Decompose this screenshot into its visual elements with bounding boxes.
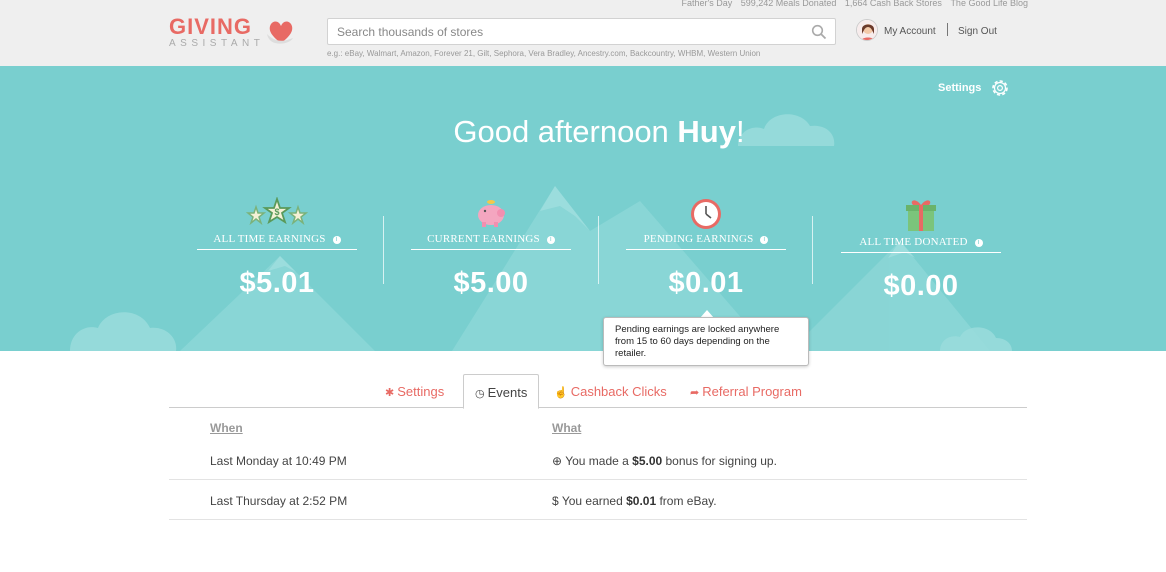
tab-label: Referral Program (702, 384, 802, 399)
tab-settings[interactable]: ✱ Settings (385, 374, 444, 408)
stat-label: PENDING EARNINGS i (626, 233, 786, 250)
svg-text:$: $ (274, 207, 279, 217)
logo-word: GIVING (169, 14, 253, 39)
clock-icon: ◷ (475, 388, 485, 400)
earnings-hero: Settings Good afternoon Huy! $ ALL TIME … (0, 66, 1166, 351)
event-amount: $0.01 (626, 494, 657, 508)
stat-label-text: CURRENT EARNINGS (427, 233, 540, 245)
pending-earnings-tooltip: Pending earnings are locked anywhere fro… (603, 317, 809, 366)
event-what: ⊕ You made a $5.00 bonus for signing up. (552, 454, 777, 468)
stat-label-text: ALL TIME EARNINGS (213, 233, 326, 245)
info-icon[interactable]: i (760, 236, 769, 244)
tab-cashback-clicks[interactable]: ☝ Cashback Clicks (554, 374, 667, 408)
stars-icon: $ (245, 196, 309, 226)
tab-label: Cashback Clicks (570, 384, 667, 399)
event-text-post: bonus for signing up. (662, 454, 777, 468)
gear-icon: ✱ (385, 387, 395, 399)
sign-out-link[interactable]: Sign Out (958, 26, 997, 37)
search-input[interactable] (328, 19, 798, 44)
stat-divider (812, 216, 813, 284)
column-header-when[interactable]: When (210, 421, 243, 435)
stat-divider (598, 216, 599, 284)
tab-label: Events (487, 385, 528, 400)
info-icon[interactable]: i (546, 236, 555, 244)
stat-label: CURRENT EARNINGS i (411, 233, 571, 250)
site-header: Father's Day 599,242 Meals Donated 1,664… (0, 0, 1166, 66)
top-link-meals-donated[interactable]: 599,242 Meals Donated (741, 0, 837, 8)
info-icon[interactable]: i (332, 236, 341, 244)
avatar[interactable] (856, 19, 878, 41)
top-link-fathers-day[interactable]: Father's Day (682, 0, 733, 8)
event-what: $ You earned $0.01 from eBay. (552, 494, 717, 508)
hero-settings-link[interactable]: Settings (938, 82, 981, 94)
piggy-bank-icon (478, 200, 505, 227)
stat-current-earnings: CURRENT EARNINGS i $5.00 (411, 197, 571, 300)
table-row: Last Monday at 10:49 PM ⊕ You made a $5.… (169, 440, 1027, 480)
stat-label: ALL TIME DONATED i (841, 236, 1001, 253)
stat-all-time-earnings: $ ALL TIME EARNINGS i $5.01 (197, 196, 357, 300)
table-header: When What (169, 408, 1027, 440)
top-links: Father's Day 599,242 Meals Donated 1,664… (676, 0, 1029, 8)
tab-events[interactable]: ◷ Events (463, 374, 540, 409)
stat-pending-earnings: PENDING EARNINGS i $0.01 (626, 197, 786, 300)
stat-label: ALL TIME EARNINGS i (197, 233, 357, 250)
clock-icon (691, 199, 721, 229)
top-link-cash-back-stores[interactable]: 1,664 Cash Back Stores (845, 0, 942, 8)
tab-label: Settings (397, 384, 445, 399)
event-text-post: from eBay. (656, 494, 717, 508)
greeting-heading: Good afternoon Huy! (0, 114, 1166, 150)
giving-assistant-logo[interactable]: GIVING ASSISTANT (169, 14, 293, 49)
user-avatar-icon (857, 20, 877, 40)
my-account-link[interactable]: My Account (884, 26, 936, 37)
events-table: When What Last Monday at 10:49 PM ⊕ You … (169, 408, 1027, 520)
greeting-suffix: ! (736, 114, 745, 149)
greeting-prefix: Good afternoon (453, 114, 678, 149)
search-hint: e.g.: eBay, Walmart, Amazon, Forever 21,… (327, 49, 761, 58)
stat-value: $0.00 (883, 270, 959, 302)
stat-value: $0.01 (668, 267, 744, 299)
table-row: Last Thursday at 2:52 PM $ You earned $0… (169, 480, 1027, 520)
gear-icon[interactable] (989, 77, 1011, 99)
heart-hand-icon (267, 21, 293, 44)
stat-value: $5.00 (453, 267, 529, 299)
account-tabs: ✱ Settings ◷ Events ☝ Cashback Clicks ➦ Refe… (169, 374, 1027, 409)
stat-label-text: ALL TIME DONATED (859, 236, 968, 248)
event-when: Last Monday at 10:49 PM (210, 454, 347, 468)
info-icon[interactable]: i (974, 239, 983, 247)
share-arrow-icon: ➦ (690, 387, 700, 399)
event-text-pre: You earned (561, 494, 627, 508)
stat-divider (383, 216, 384, 284)
top-link-blog[interactable]: The Good Life Blog (950, 0, 1028, 8)
stat-value: $5.01 (239, 267, 315, 299)
stat-label-text: PENDING EARNINGS (643, 233, 754, 245)
event-amount: $5.00 (632, 454, 663, 468)
account-divider (947, 23, 948, 36)
event-text-pre: You made a (565, 454, 633, 468)
plus-circle-icon: ⊕ (552, 454, 563, 468)
column-header-what[interactable]: What (552, 421, 581, 435)
pointer-hand-icon: ☝ (554, 387, 568, 399)
store-search (327, 18, 836, 45)
event-when: Last Thursday at 2:52 PM (210, 494, 348, 508)
dollar-icon: $ (552, 494, 559, 508)
tab-referral-program[interactable]: ➦ Referral Program (690, 374, 802, 408)
gift-icon (906, 200, 936, 231)
stat-all-time-donated: ALL TIME DONATED i $0.00 (841, 197, 1001, 303)
user-name: Huy (677, 114, 736, 149)
search-icon[interactable] (811, 24, 827, 40)
logo-sub: ASSISTANT (169, 38, 265, 49)
